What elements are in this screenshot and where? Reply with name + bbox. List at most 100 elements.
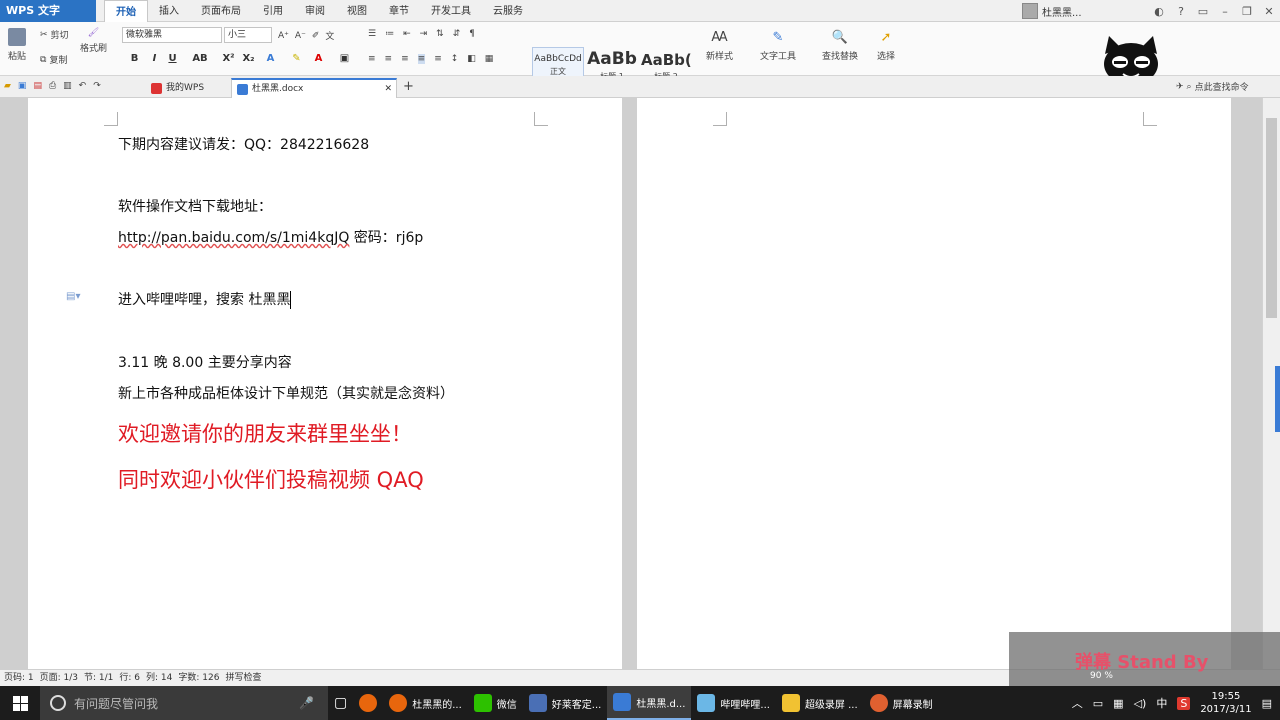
taskbar-firefox[interactable]: [353, 686, 383, 720]
taskbar-screen-capture[interactable]: 屏幕录制: [864, 686, 939, 720]
minimize-icon[interactable]: –: [1214, 5, 1236, 18]
new-style-button[interactable]: Ꜳ 新样式: [706, 30, 733, 62]
taskbar-bilibili[interactable]: 哔哩哔哩...: [691, 686, 776, 720]
taskbar-screen-recorder[interactable]: 超级录屏 ...: [776, 686, 864, 720]
doc-line-link[interactable]: http://pan.baidu.com/s/1mi4kqJQ 密码：rj6p: [118, 227, 423, 247]
char-border-button[interactable]: ▣: [338, 53, 351, 66]
vertical-scrollbar[interactable]: [1262, 98, 1280, 669]
copy-button[interactable]: ⧉ 复制: [40, 53, 67, 67]
help-icon[interactable]: ?: [1170, 5, 1192, 18]
taskbar-wps-document[interactable]: 杜黑黑.d...: [607, 686, 692, 720]
shading-icon[interactable]: ◧: [467, 54, 476, 64]
restore-ribbon-icon[interactable]: ▭: [1192, 5, 1214, 18]
command-search[interactable]: ✈ ⌕ 点此查找命令: [1176, 80, 1249, 94]
border-icon[interactable]: ▦: [485, 54, 494, 64]
network-icon[interactable]: ▦: [1113, 697, 1123, 710]
zoom-level[interactable]: 90 %: [1090, 671, 1113, 681]
close-icon[interactable]: ✕: [1258, 5, 1280, 18]
start-button[interactable]: [0, 686, 40, 720]
bold-button[interactable]: B: [128, 53, 141, 66]
distributed-icon[interactable]: ≡: [434, 54, 442, 64]
italic-button[interactable]: I: [148, 53, 161, 66]
font-select[interactable]: 微软雅黑: [122, 27, 222, 43]
tab-insert[interactable]: 插入: [148, 0, 190, 22]
superscript-button[interactable]: X²: [222, 53, 235, 66]
maximize-icon[interactable]: ❐: [1236, 5, 1258, 18]
align-right-icon[interactable]: ≡: [401, 54, 409, 64]
pinyin-icon[interactable]: 文: [325, 29, 334, 42]
subscript-button[interactable]: X₂: [242, 53, 255, 66]
chinese-layout-icon[interactable]: ⇅: [436, 29, 444, 39]
cortana-search-box[interactable]: 有问题尽管问我 🎤: [40, 686, 328, 720]
taskbar-wechat[interactable]: 微信: [468, 686, 523, 720]
tab-document[interactable]: 杜黑黑.docx ✕: [231, 78, 397, 98]
document-page-1[interactable]: 下期内容建议请发：QQ：2842216628 软件操作文档下载地址： http:…: [28, 98, 622, 669]
taskbar-firefox-window[interactable]: 杜黑黑的...: [383, 686, 468, 720]
clear-format-icon[interactable]: ✐: [312, 31, 320, 41]
battery-icon[interactable]: ▭: [1093, 697, 1103, 710]
status-spellcheck[interactable]: 拼写检查: [225, 670, 261, 686]
share-icon[interactable]: ✈: [1176, 82, 1184, 92]
new-tab-button[interactable]: +: [403, 79, 414, 94]
taskbar-holike[interactable]: 好莱客定...: [523, 686, 608, 720]
doc-line-download[interactable]: 软件操作文档下载地址：: [118, 196, 272, 216]
justify-icon[interactable]: ≡: [417, 54, 426, 64]
microphone-icon[interactable]: 🎤: [299, 696, 314, 710]
sort-icon[interactable]: ⇵: [453, 29, 461, 39]
tab-developer[interactable]: 开发工具: [420, 0, 482, 22]
find-replace-button[interactable]: 🔍 查找替换: [822, 30, 858, 62]
side-panel-toggle[interactable]: [1275, 366, 1280, 432]
task-view-button[interactable]: ▢: [328, 686, 353, 720]
print-icon[interactable]: ⎙: [49, 81, 56, 91]
doc-line-topic[interactable]: 新上市各种成品柜体设计下单规范（其实就是念资料）: [118, 383, 454, 403]
open-icon[interactable]: ▰: [4, 81, 11, 91]
redo-icon[interactable]: ↷: [93, 81, 101, 91]
decrease-indent-icon[interactable]: ⇤: [403, 29, 411, 39]
grow-font-icon[interactable]: A⁺: [278, 31, 289, 41]
undo-icon[interactable]: ↶: [79, 81, 87, 91]
paragraph-marker-icon[interactable]: ▤▾: [66, 291, 80, 302]
tab-view[interactable]: 视图: [336, 0, 378, 22]
save-icon[interactable]: ▣: [18, 81, 27, 91]
line-spacing-icon[interactable]: ↕: [451, 54, 459, 64]
doc-line-qq[interactable]: 下期内容建议请发：QQ：2842216628: [118, 134, 369, 154]
skin-icon[interactable]: ◐: [1148, 5, 1170, 18]
align-left-icon[interactable]: ≡: [368, 54, 376, 64]
font-size-select[interactable]: 小三: [224, 27, 272, 43]
clock[interactable]: 19:55 2017/3/11: [1200, 690, 1251, 716]
user-account[interactable]: 杜黑黑...: [1022, 3, 1082, 19]
align-center-icon[interactable]: ≡: [385, 54, 393, 64]
doc-line-invite[interactable]: 欢迎邀请你的朋友来群里坐坐！: [118, 418, 412, 448]
doc-line-submit[interactable]: 同时欢迎小伙伴们投稿视频 QAQ: [118, 464, 424, 494]
tab-cloud[interactable]: 云服务: [482, 0, 534, 22]
app-menu-button[interactable]: WPS 文字: [0, 0, 96, 22]
bullet-list-icon[interactable]: ☰: [368, 29, 376, 39]
print-preview-icon[interactable]: ▥: [63, 81, 72, 91]
tab-review[interactable]: 审阅: [294, 0, 336, 22]
text-tools-button[interactable]: ✎ 文字工具: [760, 30, 796, 62]
strikethrough-button[interactable]: AB: [190, 53, 210, 66]
text-effect-button[interactable]: A: [264, 53, 277, 66]
highlight-button[interactable]: ✎: [290, 53, 303, 66]
sogou-icon[interactable]: S: [1177, 696, 1191, 710]
format-painter-button[interactable]: 🖌 格式刷: [80, 28, 107, 54]
number-list-icon[interactable]: ≔: [385, 29, 394, 39]
ime-indicator[interactable]: 中: [1156, 695, 1167, 711]
scrollbar-thumb[interactable]: [1266, 118, 1277, 318]
tab-chapter[interactable]: 章节: [378, 0, 420, 22]
status-word-count[interactable]: 字数: 126: [178, 670, 219, 686]
font-color-button[interactable]: A: [312, 53, 325, 66]
close-tab-icon[interactable]: ✕: [384, 80, 392, 98]
shrink-font-icon[interactable]: A⁻: [295, 31, 306, 41]
doc-line-schedule[interactable]: 3.11 晚 8.00 主要分享内容: [118, 352, 292, 372]
underline-button[interactable]: U: [166, 53, 179, 66]
show-marks-icon[interactable]: ¶: [469, 29, 475, 39]
tab-my-wps[interactable]: 我的WPS: [145, 78, 230, 98]
paste-button[interactable]: 粘贴: [8, 28, 26, 62]
tab-references[interactable]: 引用: [252, 0, 294, 22]
cut-button[interactable]: ✂ 剪切: [40, 28, 69, 42]
export-pdf-icon[interactable]: ▤: [33, 81, 42, 91]
doc-link-url[interactable]: http://pan.baidu.com/s/1mi4kqJQ: [118, 230, 349, 246]
notification-icon[interactable]: ▤: [1262, 697, 1272, 710]
tab-page-layout[interactable]: 页面布局: [190, 0, 252, 22]
